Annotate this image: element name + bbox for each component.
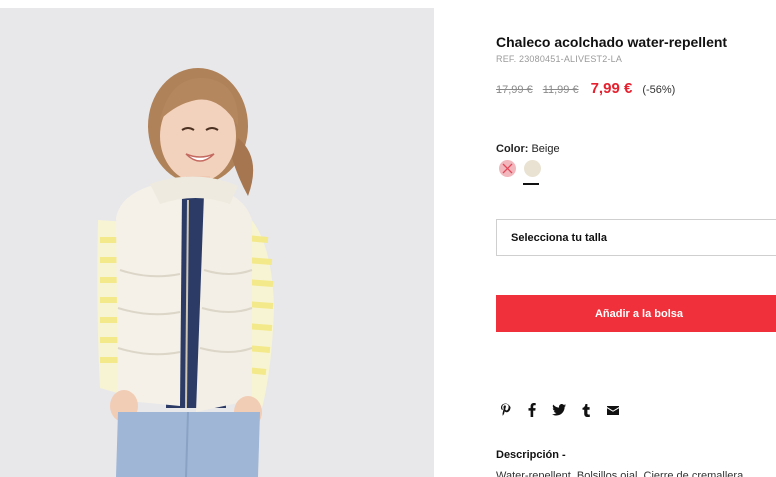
tumblr-icon[interactable] xyxy=(579,403,593,417)
price-block: 17,99 € 11,99 € 7,99 € (-56%) xyxy=(496,80,675,97)
description-text: Water-repellent. Bolsillos ojal. Cierre … xyxy=(496,470,747,477)
color-swatch-beige[interactable] xyxy=(524,160,541,177)
unavailable-cross-icon xyxy=(502,163,513,174)
product-page: Chaleco acolchado water-repellent REF. 2… xyxy=(0,0,776,477)
email-icon[interactable] xyxy=(606,403,620,417)
product-photo[interactable] xyxy=(0,8,434,477)
product-reference: REF. 23080451-ALIVEST2-LA xyxy=(496,54,623,64)
add-to-bag-label: Añadir a la bolsa xyxy=(594,307,684,320)
product-info: Chaleco acolchado water-repellent REF. 2… xyxy=(496,0,776,477)
price-current: 7,99 € xyxy=(590,80,633,97)
pinterest-icon[interactable] xyxy=(498,403,512,417)
product-title: Chaleco acolchado water-repellent xyxy=(496,34,728,50)
facebook-icon[interactable] xyxy=(525,403,539,417)
description-heading[interactable]: Descripción - xyxy=(496,449,566,461)
color-selector-label: Color: Beige xyxy=(496,143,560,155)
twitter-icon[interactable] xyxy=(552,403,566,417)
discount-badge: (-56%) xyxy=(642,84,676,96)
price-previous: 11,99 € xyxy=(542,84,579,96)
add-to-bag-button[interactable]: Añadir a la bolsa xyxy=(496,295,776,332)
selected-swatch-indicator xyxy=(523,183,539,185)
color-label: Color: xyxy=(496,143,529,155)
share-icons xyxy=(498,403,620,417)
size-select-placeholder: Selecciona tu talla xyxy=(511,231,607,244)
color-swatch-pink[interactable] xyxy=(499,160,516,177)
price-original: 17,99 € xyxy=(496,84,533,96)
color-swatches xyxy=(499,160,541,177)
color-value: Beige xyxy=(531,143,560,155)
product-photo-illustration xyxy=(0,8,434,477)
size-select[interactable]: Selecciona tu talla xyxy=(496,219,776,256)
